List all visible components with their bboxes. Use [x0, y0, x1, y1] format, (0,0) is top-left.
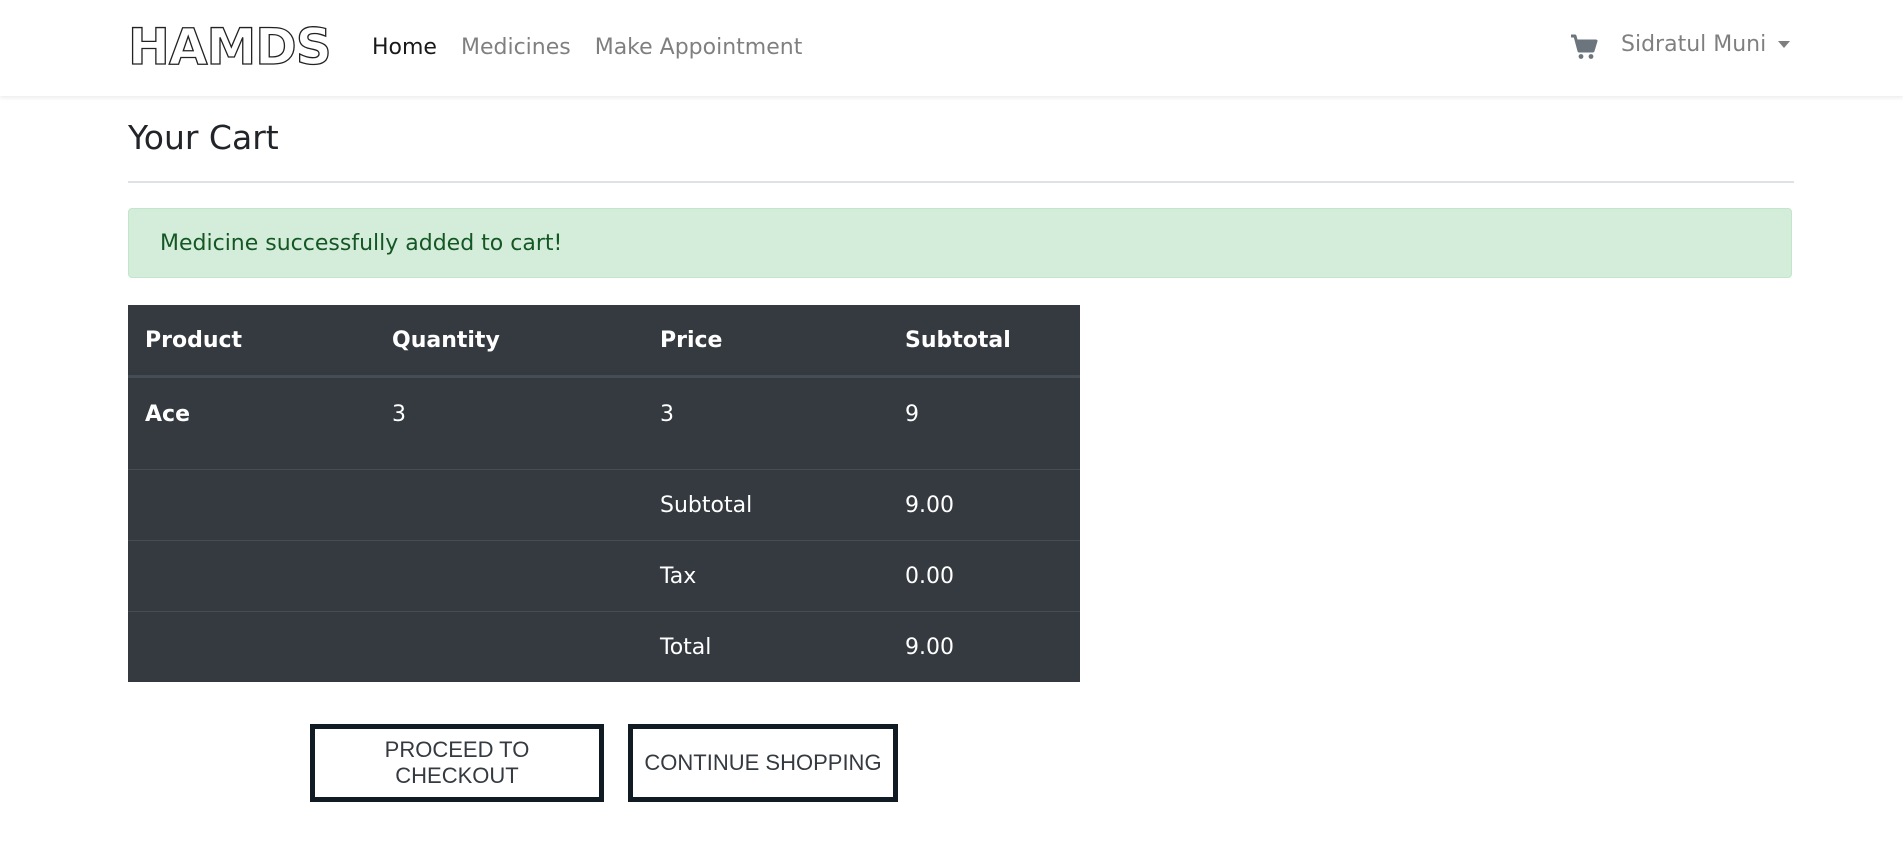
- summary-row-tax: Tax 0.00: [128, 540, 1080, 612]
- column-header-price: Price: [643, 305, 888, 378]
- svg-text:HAMDS: HAMDS: [128, 24, 331, 68]
- user-name: Sidratul Muni: [1621, 32, 1767, 57]
- cell-price: 3: [643, 376, 888, 470]
- cart-table: Product Quantity Price Subtotal Ace 3 3 …: [128, 305, 1080, 682]
- cell-product: Ace: [128, 376, 375, 470]
- summary-label: Tax: [643, 540, 888, 612]
- hamds-logo[interactable]: HAMDS: [128, 24, 334, 68]
- nav-link-make-appointment[interactable]: Make Appointment: [595, 34, 803, 62]
- table-header-row: Product Quantity Price Subtotal: [128, 305, 1080, 378]
- summary-value: 9.00: [888, 611, 1080, 682]
- success-alert: Medicine successfully added to cart!: [128, 208, 1792, 278]
- shopping-cart-icon[interactable]: [1570, 34, 1598, 60]
- cell-subtotal: 9: [888, 376, 1080, 470]
- proceed-to-checkout-button[interactable]: PROCEED TO CHECKOUT: [310, 724, 604, 802]
- nav-links: Home Medicines Make Appointment: [372, 34, 826, 62]
- continue-shopping-button[interactable]: CONTINUE SHOPPING: [628, 724, 898, 802]
- nav-link-home[interactable]: Home: [372, 34, 437, 62]
- column-header-subtotal: Subtotal: [888, 305, 1080, 378]
- page-title: Your Cart: [128, 118, 279, 157]
- user-dropdown[interactable]: Sidratul Muni: [1621, 32, 1791, 57]
- table-row: Ace 3 3 9: [128, 376, 1080, 470]
- summary-value: 9.00: [888, 469, 1080, 541]
- top-navbar: HAMDS Home Medicines Make Appointment Si…: [0, 0, 1903, 96]
- cell-quantity: 3: [375, 376, 643, 470]
- summary-label: Total: [643, 611, 888, 682]
- nav-link-medicines[interactable]: Medicines: [461, 34, 571, 62]
- summary-row-total: Total 9.00: [128, 611, 1080, 682]
- title-divider: [128, 181, 1794, 183]
- column-header-product: Product: [128, 305, 375, 378]
- summary-label: Subtotal: [643, 469, 888, 541]
- summary-value: 0.00: [888, 540, 1080, 612]
- column-header-quantity: Quantity: [375, 305, 643, 378]
- summary-row-subtotal: Subtotal 9.00: [128, 469, 1080, 541]
- chevron-down-icon: [1778, 41, 1791, 48]
- alert-message: Medicine successfully added to cart!: [160, 230, 563, 256]
